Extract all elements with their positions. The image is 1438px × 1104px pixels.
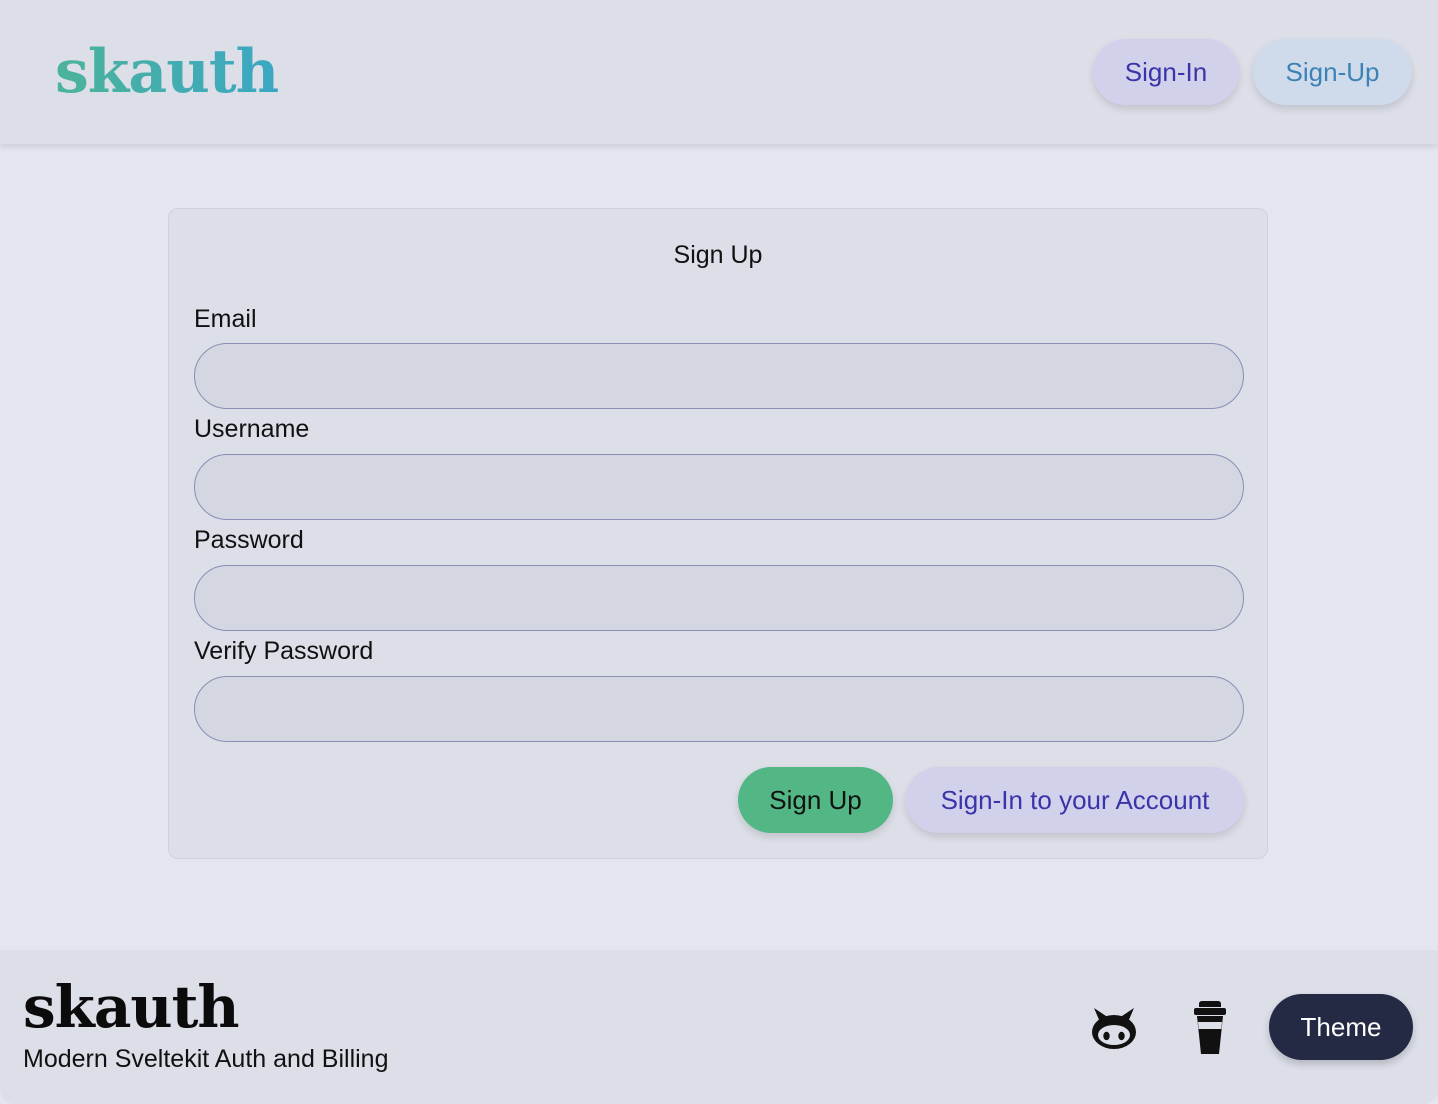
signup-submit-button[interactable]: Sign Up bbox=[738, 767, 893, 833]
coffee-cup-icon[interactable] bbox=[1190, 1000, 1230, 1056]
username-field[interactable] bbox=[194, 454, 1244, 520]
footer-tagline: Modern Sveltekit Auth and Billing bbox=[23, 1045, 389, 1073]
signup-card: Sign Up Email Username Password Verify P… bbox=[168, 208, 1268, 859]
footer-logo: skauth bbox=[23, 973, 240, 1041]
brand-logo[interactable]: skauth bbox=[55, 36, 279, 108]
site-footer: skauth Modern Sveltekit Auth and Billing… bbox=[0, 950, 1438, 1104]
verify-password-field[interactable] bbox=[194, 676, 1244, 742]
site-header: skauth Sign-In Sign-Up bbox=[0, 0, 1438, 144]
password-label: Password bbox=[194, 526, 304, 554]
github-icon[interactable] bbox=[1090, 1006, 1138, 1050]
theme-button[interactable]: Theme bbox=[1269, 994, 1413, 1060]
verify-password-label: Verify Password bbox=[194, 637, 374, 665]
header-signup-button[interactable]: Sign-Up bbox=[1253, 39, 1412, 105]
password-field[interactable] bbox=[194, 565, 1244, 631]
card-title: Sign Up bbox=[673, 241, 763, 269]
signin-to-account-button[interactable]: Sign-In to your Account bbox=[906, 767, 1244, 833]
username-label: Username bbox=[194, 415, 310, 443]
header-signin-button[interactable]: Sign-In bbox=[1093, 39, 1239, 105]
email-field[interactable] bbox=[194, 343, 1244, 409]
email-label: Email bbox=[194, 305, 257, 333]
